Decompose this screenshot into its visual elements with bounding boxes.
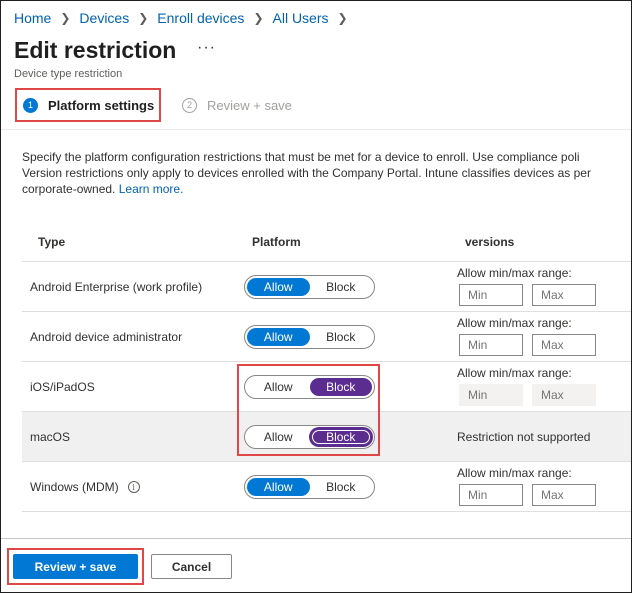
review-save-button[interactable]: Review + save [13,554,138,579]
table-row: Android device administrator Allow Block… [22,311,631,361]
wizard-step-platform-settings[interactable]: 1 Platform settings [15,88,161,122]
step-label: Review + save [207,97,292,113]
breadcrumb-home[interactable]: Home [14,10,51,26]
table-row: Windows (MDM) i Allow Block Allow min/ma… [22,461,631,512]
description-line: Specify the platform configuration restr… [22,150,580,164]
breadcrumb-enroll-devices[interactable]: Enroll devices [157,10,244,26]
description-line-text: corporate-owned. [22,182,116,196]
breadcrumb: Home ❯ Devices ❯ Enroll devices ❯ All Us… [14,10,357,26]
max-version-input[interactable] [532,484,596,506]
block-option[interactable]: Block [310,278,373,296]
min-version-input[interactable] [459,484,523,506]
chevron-right-icon: ❯ [253,11,264,25]
step-number-badge: 2 [182,97,197,113]
description-text: Specify the platform configuration restr… [22,149,631,197]
range-label: Allow min/max range: [457,466,572,480]
restriction-not-supported-text: Restriction not supported [457,430,591,444]
platform-type: Android Enterprise (work profile) [30,280,203,294]
info-icon[interactable]: i [127,481,140,493]
cancel-button[interactable]: Cancel [151,554,232,579]
allow-option[interactable]: Allow [247,428,310,446]
min-version-input[interactable] [459,334,523,356]
platform-type: Windows (MDM) i [30,462,140,512]
block-option[interactable]: Block [310,478,373,496]
range-label: Allow min/max range: [457,366,572,380]
allow-option[interactable]: Allow [247,278,310,296]
allow-block-toggle[interactable]: Allow Block [244,325,375,349]
table-bottom-border [22,511,631,512]
max-version-input[interactable] [532,284,596,306]
max-version-input [532,384,596,406]
page-subtitle: Device type restriction [14,68,123,80]
allow-block-toggle[interactable]: Allow Block [244,375,375,399]
breadcrumb-all-users[interactable]: All Users [273,10,329,26]
allow-option[interactable]: Allow [247,378,310,396]
chevron-right-icon: ❯ [138,11,149,25]
breadcrumb-devices[interactable]: Devices [79,10,129,26]
platform-type: Android device administrator [30,330,183,344]
column-header-platform: Platform [252,235,301,249]
table-row: iOS/iPadOS Allow Block Allow min/max ran… [22,361,631,411]
table-row: macOS Allow Block Restriction not suppor… [22,411,631,461]
block-option[interactable]: Block [310,328,373,346]
more-options-icon[interactable]: ··· [197,39,216,57]
allow-block-toggle[interactable]: Allow Block [244,425,375,449]
min-version-input [459,384,523,406]
allow-block-toggle[interactable]: Allow Block [244,475,375,499]
description-line: corporate-owned. Learn more. [22,181,631,197]
footer-divider [1,538,631,539]
range-label: Allow min/max range: [457,266,572,280]
chevron-right-icon: ❯ [337,11,348,25]
column-header-versions: versions [465,235,515,249]
column-header-type: Type [38,235,66,249]
step-number-badge: 1 [23,97,38,113]
range-label: Allow min/max range: [457,316,572,330]
allow-option[interactable]: Allow [247,478,310,496]
allow-option[interactable]: Allow [247,328,310,346]
block-option[interactable]: Block [309,428,372,446]
platform-type: iOS/iPadOS [30,380,95,394]
platform-type: macOS [30,430,71,444]
block-option[interactable]: Block [309,378,372,396]
max-version-input[interactable] [532,334,596,356]
platform-type-label: Windows (MDM) [30,480,119,494]
step-label: Platform settings [48,97,155,113]
edit-restriction-page: Home ❯ Devices ❯ Enroll devices ❯ All Us… [0,0,632,593]
chevron-right-icon: ❯ [60,11,71,25]
description-line: Version restrictions only apply to devic… [22,166,591,180]
min-version-input[interactable] [459,284,523,306]
divider [1,129,631,130]
wizard-step-review-save[interactable]: 2 Review + save [182,88,292,122]
page-title: Edit restriction [14,37,177,63]
learn-more-link[interactable]: Learn more. [119,182,184,196]
allow-block-toggle[interactable]: Allow Block [244,275,375,299]
table-row: Android Enterprise (work profile) Allow … [22,261,631,311]
